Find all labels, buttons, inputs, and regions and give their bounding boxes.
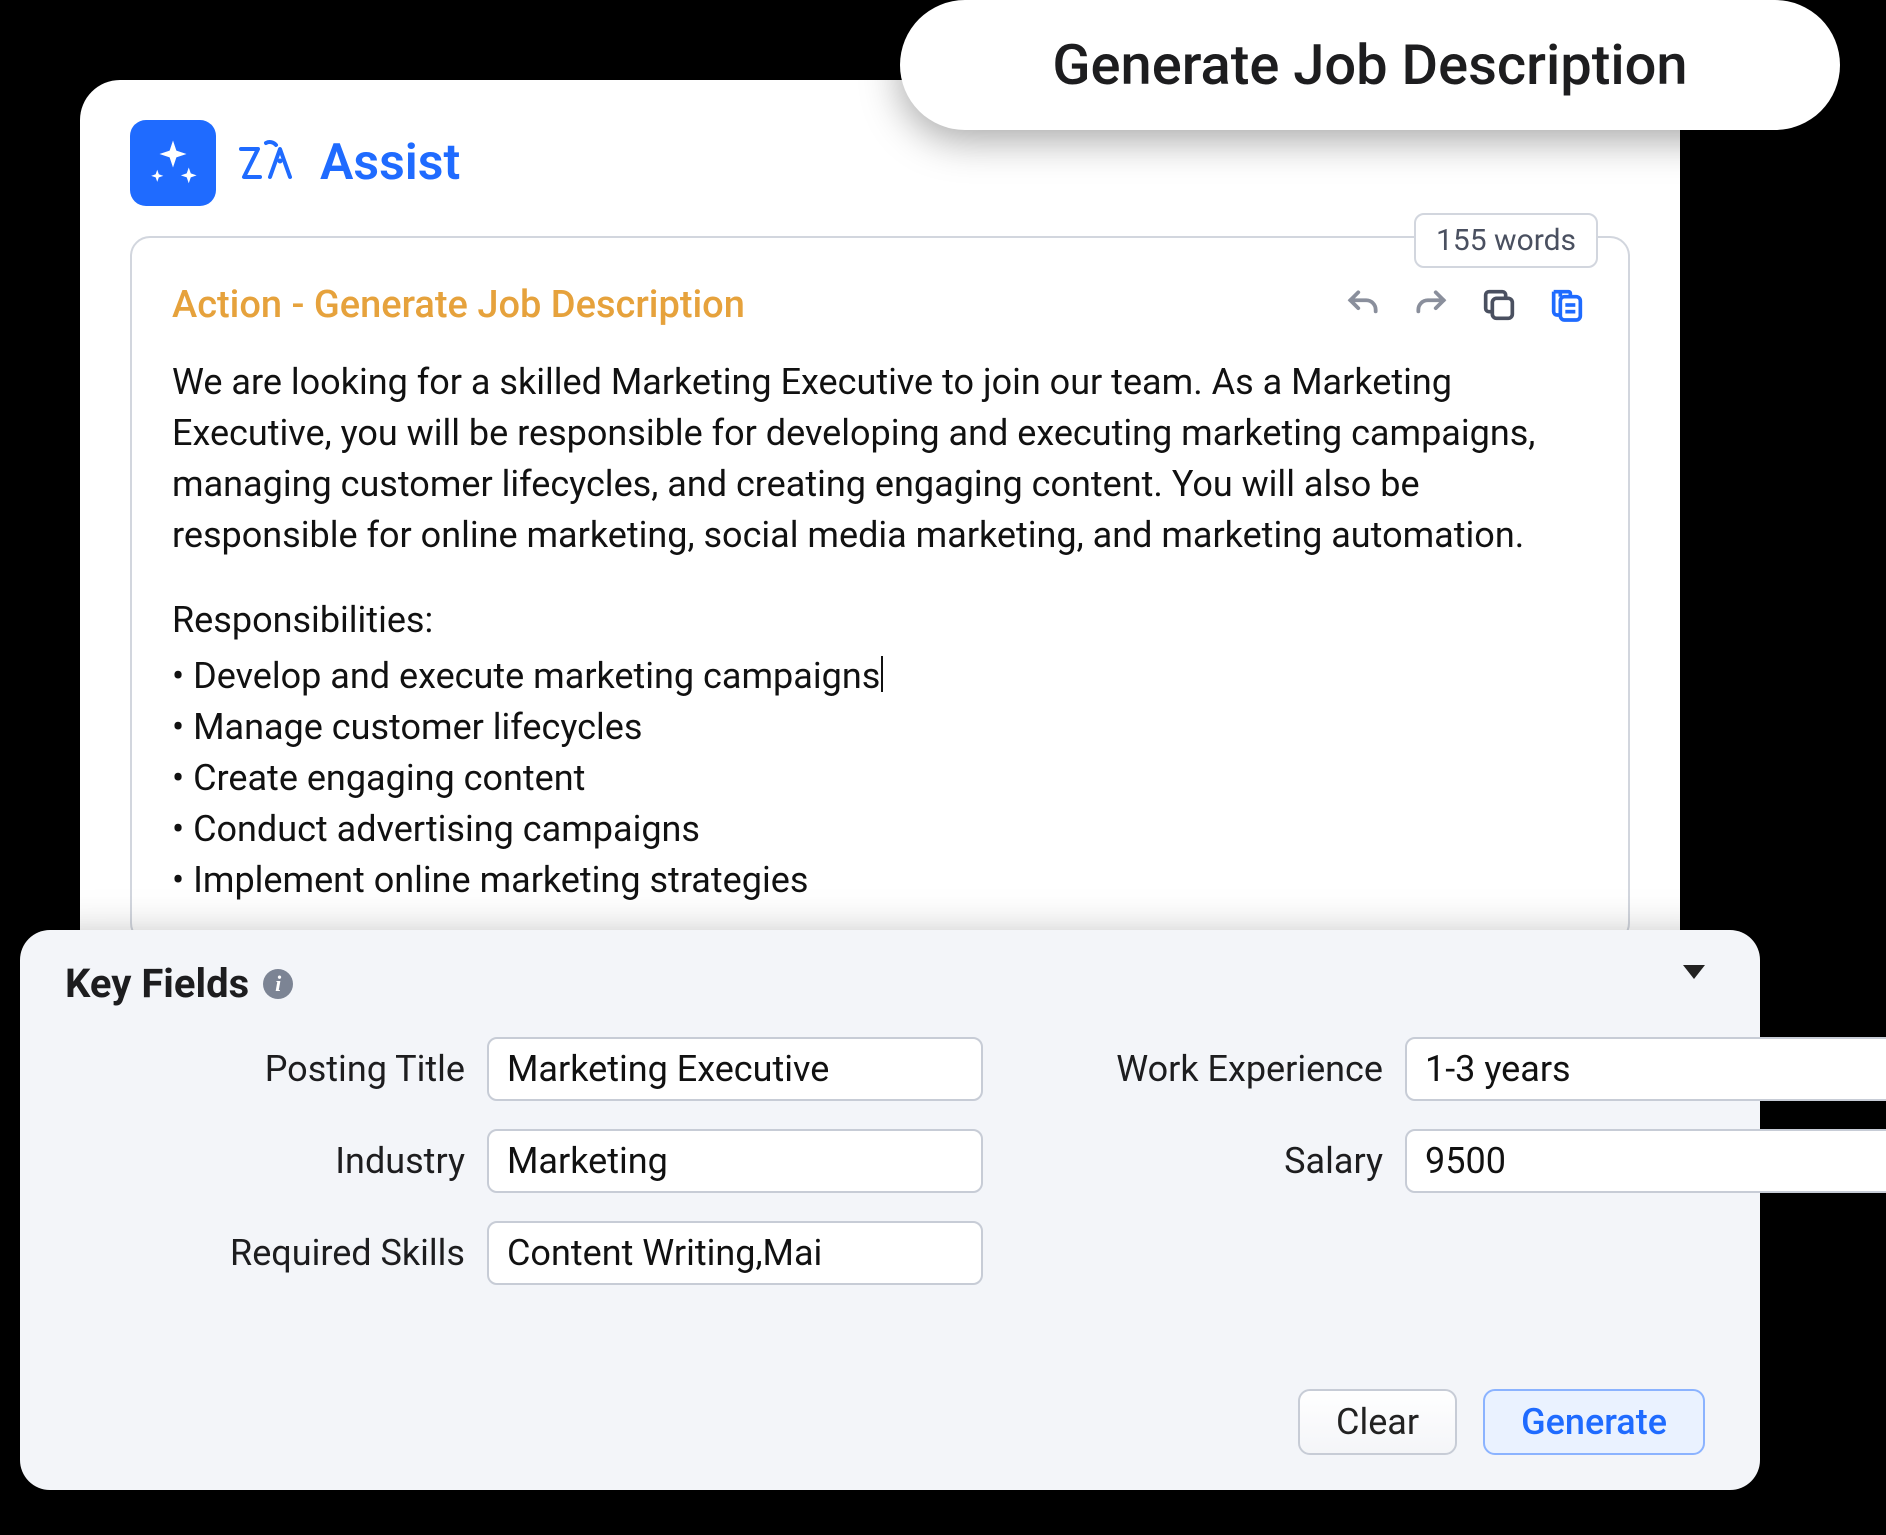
- assist-panel: Assist 155 words Action - Generate Job D…: [80, 80, 1680, 980]
- assist-brand-label: Assist: [320, 134, 460, 192]
- label-salary: Salary: [1053, 1140, 1383, 1182]
- input-required-skills[interactable]: [487, 1221, 983, 1285]
- field-row-work-experience: Work Experience: [1053, 1037, 1886, 1101]
- sparkle-icon: [130, 120, 216, 206]
- label-posting-title: Posting Title: [175, 1048, 465, 1090]
- bullet-item: • Develop and execute marketing campaign…: [172, 651, 1588, 702]
- input-salary[interactable]: [1405, 1129, 1886, 1193]
- generate-button[interactable]: Generate: [1483, 1389, 1705, 1455]
- fields-grid: Posting Title Work Experience Industry S…: [65, 1037, 1715, 1285]
- input-industry[interactable]: [487, 1129, 983, 1193]
- bullet-item: • Implement online marketing strategies: [172, 855, 1588, 906]
- field-row-salary: Salary: [1053, 1129, 1886, 1193]
- info-icon[interactable]: i: [263, 969, 293, 999]
- generated-output-box: 155 words Action - Generate Job Descript…: [130, 236, 1630, 943]
- doc-copy-icon[interactable]: [1546, 284, 1588, 326]
- action-label: Action - Generate Job Description: [172, 283, 745, 327]
- label-required-skills: Required Skills: [175, 1232, 465, 1274]
- input-posting-title[interactable]: [487, 1037, 983, 1101]
- field-row-required-skills: Required Skills: [175, 1221, 983, 1285]
- action-row: Action - Generate Job Description: [172, 283, 1588, 327]
- key-fields-header: Key Fields i: [65, 960, 1715, 1007]
- field-row-posting-title: Posting Title: [175, 1037, 983, 1101]
- undo-icon[interactable]: [1342, 284, 1384, 326]
- zia-logo-icon: [236, 131, 300, 195]
- copy-icon[interactable]: [1478, 284, 1520, 326]
- clear-button[interactable]: Clear: [1298, 1389, 1457, 1455]
- bullet-item: • Manage customer lifecycles: [172, 702, 1588, 753]
- field-row-industry: Industry: [175, 1129, 983, 1193]
- input-work-experience[interactable]: [1405, 1037, 1886, 1101]
- generated-paragraph: We are looking for a skilled Marketing E…: [172, 357, 1588, 561]
- label-work-experience: Work Experience: [1053, 1048, 1383, 1090]
- label-industry: Industry: [175, 1140, 465, 1182]
- text-cursor: [881, 656, 883, 692]
- key-fields-title: Key Fields: [65, 960, 249, 1007]
- key-fields-panel: Key Fields i Posting Title Work Experien…: [20, 930, 1760, 1490]
- action-icons: [1342, 284, 1588, 326]
- form-buttons: Clear Generate: [1298, 1389, 1705, 1455]
- bullet-item: • Create engaging content: [172, 753, 1588, 804]
- generated-text[interactable]: We are looking for a skilled Marketing E…: [172, 357, 1588, 906]
- bullet-item: • Conduct advertising campaigns: [172, 804, 1588, 855]
- page-title-pill: Generate Job Description: [900, 0, 1840, 130]
- word-count-badge: 155 words: [1414, 213, 1598, 268]
- responsibilities-heading: Responsibilities:: [172, 595, 1588, 646]
- assist-header: Assist: [130, 120, 1630, 206]
- redo-icon[interactable]: [1410, 284, 1452, 326]
- collapse-toggle-icon[interactable]: [1683, 965, 1705, 979]
- page-title-text: Generate Job Description: [1052, 32, 1687, 98]
